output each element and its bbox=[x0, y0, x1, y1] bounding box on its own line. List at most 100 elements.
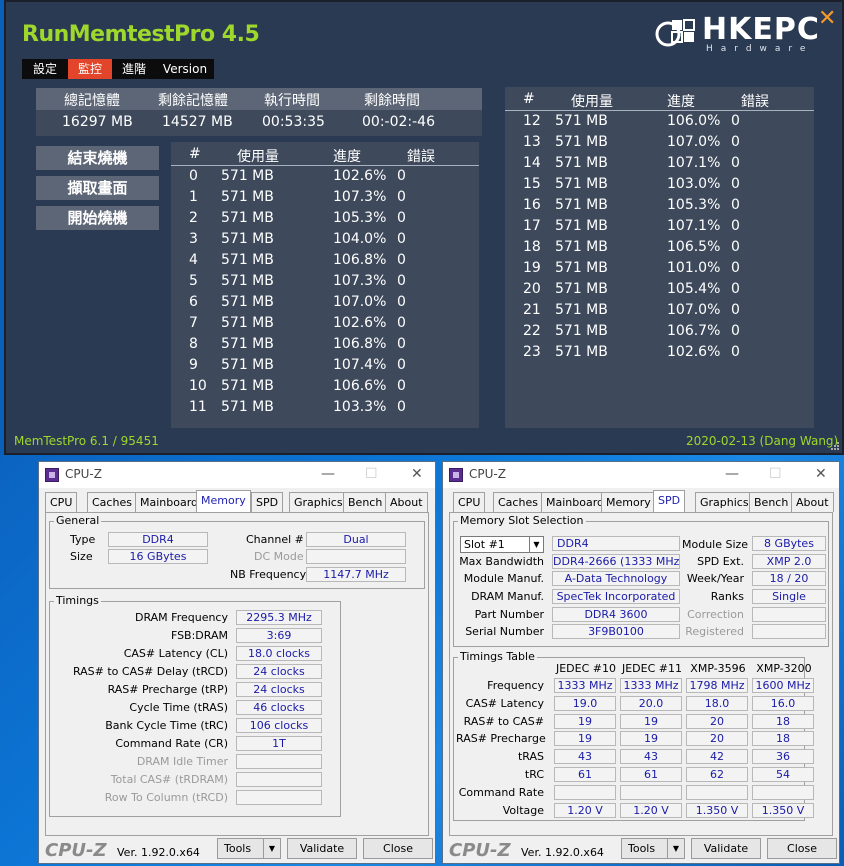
tab-cpu[interactable]: CPU bbox=[45, 492, 78, 512]
row-errors: 0 bbox=[731, 218, 740, 234]
resize-grip-icon[interactable] bbox=[830, 441, 840, 451]
minimize-icon[interactable]: — bbox=[321, 466, 335, 482]
slot-select[interactable]: Slot #1 ▼ bbox=[460, 536, 544, 553]
row-index: 12 bbox=[523, 113, 541, 129]
row-usage: 571 MB bbox=[555, 281, 608, 297]
row-progress: 106.8% bbox=[333, 336, 387, 352]
row-index: 6 bbox=[189, 294, 198, 310]
app-title: RunMemtestPro 4.5 bbox=[22, 22, 260, 47]
table-row: 11 571 MB 103.3% 0 bbox=[171, 399, 479, 420]
timings-cell: 43 bbox=[554, 749, 616, 765]
spd-panel: Memory Slot Selection Slot #1 ▼ DDR4 Max… bbox=[449, 512, 833, 836]
summary-total: 16297 MB bbox=[62, 114, 133, 130]
start-burn-button[interactable]: 開始燒機 bbox=[36, 206, 159, 230]
row-usage: 571 MB bbox=[221, 357, 274, 373]
timings-cell: 19 bbox=[620, 731, 682, 747]
size-label: Size bbox=[70, 550, 93, 563]
minimize-icon[interactable]: — bbox=[725, 466, 739, 482]
row-progress: 103.3% bbox=[333, 399, 387, 415]
correction-value bbox=[752, 607, 826, 622]
bottom-bar: CPU-Z Ver. 1.92.0.x64 Tools ▼ Validate C… bbox=[443, 836, 839, 864]
row-errors: 0 bbox=[397, 315, 406, 331]
chevron-down-icon[interactable]: ▼ bbox=[529, 537, 543, 552]
timing-label: FSB:DRAM bbox=[170, 629, 228, 642]
tab-spd[interactable]: SPD bbox=[653, 490, 686, 512]
tab-about[interactable]: About bbox=[385, 492, 428, 512]
timing-value bbox=[236, 754, 322, 769]
dc-mode-value bbox=[306, 549, 406, 564]
tab-memory[interactable]: Memory bbox=[196, 490, 251, 512]
progress-table-right: # 使用量 進度 錯誤 12 571 MB 106.0% 0 13 571 MB 107.0… bbox=[505, 87, 814, 428]
row-errors: 0 bbox=[731, 113, 740, 129]
tab-graphics[interactable]: Graphics bbox=[289, 492, 348, 512]
tab-about[interactable]: About bbox=[791, 492, 834, 512]
row-errors: 0 bbox=[731, 155, 740, 171]
row-progress: 106.0% bbox=[667, 113, 721, 129]
timings-cell: 1.20 V bbox=[554, 802, 616, 818]
tab-caches[interactable]: Caches bbox=[87, 492, 137, 512]
row-progress: 105.4% bbox=[667, 281, 721, 297]
tab-graphics[interactable]: Graphics bbox=[695, 492, 754, 512]
timing-value: 3:69 bbox=[236, 628, 322, 643]
row-usage: 571 MB bbox=[221, 294, 274, 310]
ranks-label: Ranks bbox=[710, 590, 744, 603]
validate-button[interactable]: Validate bbox=[287, 838, 357, 859]
close-icon[interactable]: ✕ bbox=[815, 466, 827, 482]
dram-manuf-label: DRAM Manuf. bbox=[471, 590, 544, 603]
stop-burn-button[interactable]: 結束燒機 bbox=[36, 146, 159, 170]
timings-row-label: Voltage bbox=[502, 803, 544, 817]
tools-dropdown-icon[interactable]: ▼ bbox=[667, 838, 685, 859]
table-row: 15 571 MB 103.0% 0 bbox=[505, 176, 814, 197]
table-row: 9 571 MB 107.4% 0 bbox=[171, 357, 479, 378]
col-progress: 進度 bbox=[333, 149, 361, 165]
summary-values: 16297 MB 14527 MB 00:53:35 00:-02:-46 bbox=[36, 110, 482, 136]
table-row: 20 571 MB 105.4% 0 bbox=[505, 281, 814, 302]
row-errors: 0 bbox=[397, 399, 406, 415]
row-usage: 571 MB bbox=[221, 315, 274, 331]
row-index: 20 bbox=[523, 281, 541, 297]
tab-spd[interactable]: SPD bbox=[251, 492, 284, 512]
close-button[interactable]: Close bbox=[363, 838, 433, 859]
slot-group-label: Memory Slot Selection bbox=[458, 514, 586, 527]
menu-settings[interactable]: 設定 bbox=[22, 59, 68, 79]
menu-monitor[interactable]: 監控 bbox=[68, 59, 112, 79]
table-row: 5 571 MB 107.3% 0 bbox=[171, 273, 479, 294]
menu-version[interactable]: Version bbox=[156, 59, 214, 79]
tab-cpu[interactable]: CPU bbox=[453, 492, 486, 512]
spd-ext-label: SPD Ext. bbox=[697, 555, 744, 568]
close-icon[interactable]: ✕ bbox=[818, 8, 836, 30]
tab-bench[interactable]: Bench bbox=[749, 492, 794, 512]
row-errors: 0 bbox=[731, 176, 740, 192]
timings-cell: 36 bbox=[752, 749, 814, 765]
table-row: 0 571 MB 102.6% 0 bbox=[171, 168, 479, 189]
row-index: 23 bbox=[523, 344, 541, 360]
cpuz-logo: CPU-Z bbox=[449, 840, 511, 861]
validate-button[interactable]: Validate bbox=[691, 838, 761, 859]
max-bandwidth-label: Max Bandwidth bbox=[459, 555, 544, 568]
hkepc-logo: HKEPC Hardware bbox=[654, 12, 819, 54]
week-year-label: Week/Year bbox=[686, 572, 744, 585]
timings-cell: 1798 MHz bbox=[686, 678, 748, 693]
timings-cell: 20 bbox=[686, 713, 748, 729]
summary-elapsed: 00:53:35 bbox=[262, 114, 325, 130]
tab-caches[interactable]: Caches bbox=[493, 492, 543, 512]
close-icon[interactable]: ✕ bbox=[411, 466, 423, 482]
tab-memory[interactable]: Memory bbox=[601, 492, 656, 512]
timings-cell: 1333 MHz bbox=[620, 678, 682, 693]
table-row: 19 571 MB 101.0% 0 bbox=[505, 260, 814, 281]
menu-advanced[interactable]: 進階 bbox=[112, 59, 156, 79]
table-row: 2 571 MB 105.3% 0 bbox=[171, 210, 479, 231]
tab-mainboard[interactable]: Mainboard bbox=[541, 492, 610, 512]
row-errors: 0 bbox=[397, 336, 406, 352]
tools-dropdown-icon[interactable]: ▼ bbox=[263, 838, 281, 859]
capture-screen-button[interactable]: 擷取畫面 bbox=[36, 176, 159, 200]
timings-cell: 61 bbox=[554, 767, 616, 782]
close-button[interactable]: Close bbox=[767, 838, 837, 859]
size-value: 16 GBytes bbox=[108, 549, 208, 564]
row-usage: 571 MB bbox=[555, 218, 608, 234]
timing-label: Bank Cycle Time (tRC) bbox=[105, 719, 228, 732]
table-row: 3 571 MB 104.0% 0 bbox=[171, 231, 479, 252]
tab-bench[interactable]: Bench bbox=[343, 492, 388, 512]
tab-mainboard[interactable]: Mainboard bbox=[135, 492, 204, 512]
row-errors: 0 bbox=[397, 357, 406, 373]
